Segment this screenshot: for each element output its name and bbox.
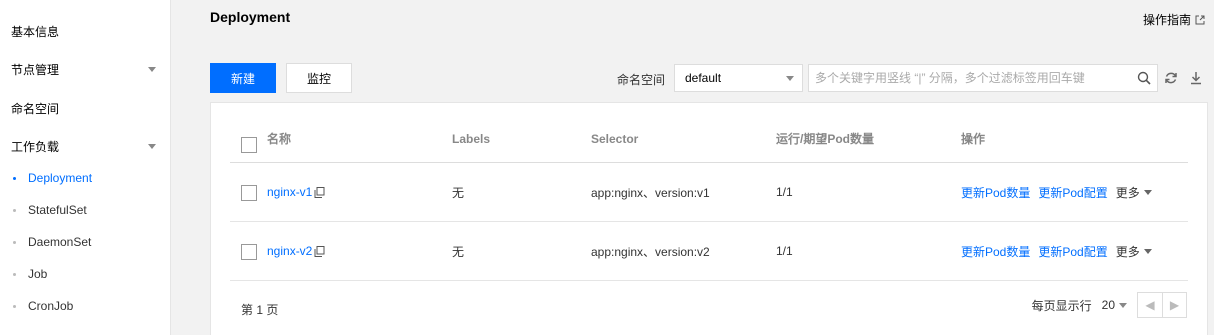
deployment-name-link[interactable]: nginx-v2 xyxy=(267,244,325,258)
bullet-icon xyxy=(13,240,16,244)
bullet-icon xyxy=(13,272,16,276)
chevron-down-icon xyxy=(148,143,156,149)
sidebar-subitem-job[interactable]: Job xyxy=(13,264,47,284)
guide-label: 操作指南 xyxy=(1142,13,1191,27)
per-page-label: 每页显示行 xyxy=(1031,298,1092,313)
page-size-value: 20 xyxy=(1101,298,1115,312)
page-indicator: 第 1 页 xyxy=(241,303,279,317)
pods-cell: 1/1 xyxy=(776,244,793,258)
guide-link[interactable]: 操作指南 xyxy=(1143,11,1205,28)
copy-icon[interactable] xyxy=(314,245,325,257)
select-all-checkbox[interactable] xyxy=(241,137,257,153)
sidebar-subitem-label: Deployment xyxy=(28,171,93,185)
sidebar-subitem-statefulset[interactable]: StatefulSet xyxy=(13,200,87,220)
create-button[interactable]: 新建 xyxy=(210,63,276,93)
labels-cell: 无 xyxy=(452,244,465,259)
sidebar-item-namespace[interactable]: 命名空间 xyxy=(11,98,156,118)
sidebar-item-label: 命名空间 xyxy=(11,101,60,116)
chevron-down-icon xyxy=(1143,189,1152,195)
refresh-icon[interactable] xyxy=(1164,71,1178,85)
chevron-down-icon xyxy=(1119,302,1127,308)
table-row: nginx-v1 无 app:nginx、version:v1 1/1 更新Po… xyxy=(230,163,1188,222)
sidebar-subitem-label: DaemonSet xyxy=(28,235,92,249)
bullet-icon xyxy=(13,176,16,180)
more-label: 更多 xyxy=(1115,244,1140,259)
sidebar-item-label: 工作负载 xyxy=(11,139,60,154)
selector-cell: app:nginx、version:v1 xyxy=(591,185,710,200)
update-pod-config-link[interactable]: 更新Pod配置 xyxy=(1038,184,1107,201)
selector-cell: app:nginx、version:v2 xyxy=(591,244,710,259)
table-row: nginx-v2 无 app:nginx、version:v2 1/1 更新Po… xyxy=(230,222,1188,281)
sidebar-subitem-cronjob[interactable]: CronJob xyxy=(13,296,73,316)
namespace-select[interactable]: default xyxy=(674,64,803,92)
chevron-down-icon xyxy=(148,66,156,72)
deployment-table-card: 名称 Labels Selector 运行/期望Pod数量 操作 nginx-v… xyxy=(210,102,1208,335)
column-header-pods: 运行/期望Pod数量 xyxy=(776,132,874,146)
sidebar-item-label: 节点管理 xyxy=(11,62,60,77)
sidebar-subitem-deployment[interactable]: Deployment xyxy=(13,168,92,188)
sidebar-item-workload[interactable]: 工作负载 xyxy=(11,136,156,156)
column-header-selector: Selector xyxy=(591,131,639,146)
external-link-icon xyxy=(1195,15,1205,24)
row-checkbox[interactable] xyxy=(241,244,257,260)
labels-cell: 无 xyxy=(452,185,465,200)
prev-page-button[interactable]: ◀ xyxy=(1138,293,1162,317)
download-icon[interactable] xyxy=(1189,71,1203,85)
pager: ◀ ▶ xyxy=(1137,292,1187,318)
row-checkbox[interactable] xyxy=(241,185,257,201)
pagination: 每页显示行 20 ◀ ▶ xyxy=(1032,292,1187,318)
next-page-button[interactable]: ▶ xyxy=(1162,293,1186,317)
namespace-label: 命名空间 xyxy=(617,73,666,87)
sidebar-item-basic-info[interactable]: 基本信息 xyxy=(11,21,156,41)
namespace-value: default xyxy=(685,71,722,85)
page-title: Deployment xyxy=(210,9,291,25)
column-header-labels: Labels xyxy=(452,131,491,146)
sidebar-subitem-label: CronJob xyxy=(28,299,74,313)
actions-cell: 更新Pod数量 更新Pod配置 更多 xyxy=(961,222,1152,280)
actions-cell: 更新Pod数量 更新Pod配置 更多 xyxy=(961,163,1152,221)
update-pod-count-link[interactable]: 更新Pod数量 xyxy=(961,243,1030,260)
chevron-down-icon xyxy=(786,76,794,81)
update-pod-count-link[interactable]: 更新Pod数量 xyxy=(961,184,1030,201)
monitor-button[interactable]: 监控 xyxy=(286,63,352,93)
chevron-down-icon xyxy=(1143,248,1152,254)
sidebar: 基本信息 节点管理 命名空间 工作负载 Deployment StatefulS… xyxy=(0,0,171,335)
column-header-actions: 操作 xyxy=(961,132,986,146)
bullet-icon xyxy=(13,208,16,212)
more-dropdown[interactable]: 更多 xyxy=(1116,243,1152,260)
search-box xyxy=(808,64,1158,92)
sidebar-item-node-management[interactable]: 节点管理 xyxy=(11,59,156,79)
column-header-name[interactable]: 名称 xyxy=(267,115,291,162)
table-header-row: 名称 Labels Selector 运行/期望Pod数量 操作 xyxy=(230,115,1188,163)
copy-icon[interactable] xyxy=(314,186,325,198)
update-pod-config-link[interactable]: 更新Pod配置 xyxy=(1038,243,1107,260)
search-icon[interactable] xyxy=(1137,71,1151,85)
name-cell: nginx-v1 xyxy=(267,163,325,221)
deployment-name: nginx-v1 xyxy=(267,185,313,199)
more-dropdown[interactable]: 更多 xyxy=(1116,184,1152,201)
sidebar-subitem-label: StatefulSet xyxy=(28,203,87,217)
deployment-name-link[interactable]: nginx-v1 xyxy=(267,185,325,199)
bullet-icon xyxy=(13,304,16,308)
sidebar-subitem-daemonset[interactable]: DaemonSet xyxy=(13,232,91,252)
search-input[interactable] xyxy=(815,71,1151,85)
sidebar-subitem-label: Job xyxy=(28,267,48,281)
name-cell: nginx-v2 xyxy=(267,222,325,280)
more-label: 更多 xyxy=(1115,185,1140,200)
page-size-select[interactable]: 20 xyxy=(1102,298,1127,312)
pods-cell: 1/1 xyxy=(776,185,793,199)
deployment-name: nginx-v2 xyxy=(267,244,313,258)
sidebar-item-label: 基本信息 xyxy=(11,24,60,39)
